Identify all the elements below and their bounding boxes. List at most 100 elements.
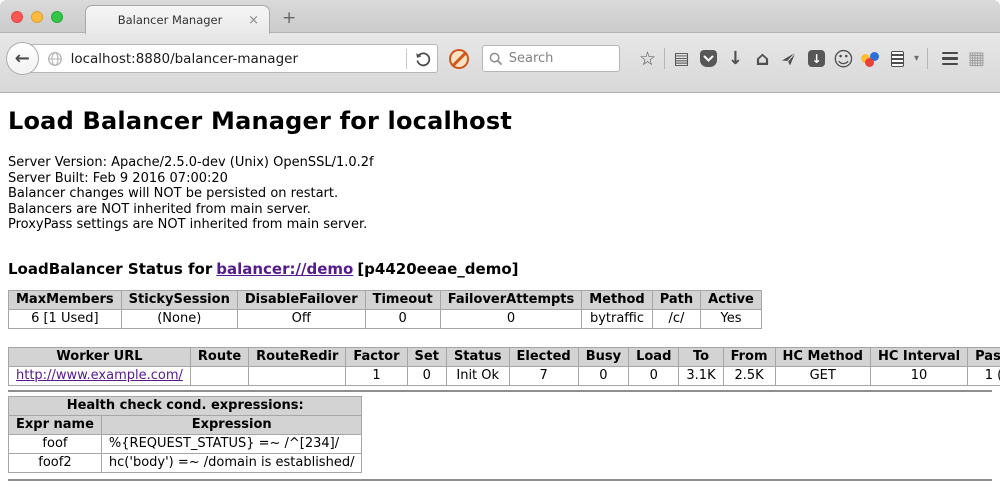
column-header: HC Interval	[870, 347, 967, 366]
search-input[interactable]	[509, 51, 613, 66]
column-header: StickySession	[121, 290, 237, 309]
table-row: http://www.example.com/ 1 0 Init Ok 7 0 …	[9, 366, 1000, 385]
table-cell: /c/	[652, 309, 700, 328]
column-header: Status	[446, 347, 509, 366]
globe-icon	[47, 51, 63, 67]
persist-note-line: Balancer changes will NOT be persisted o…	[8, 186, 992, 202]
column-header: Factor	[346, 347, 407, 366]
table-row: foof %{REQUEST_STATUS} =~ /^[234]/	[9, 434, 362, 453]
table-cell: 2.5K	[723, 366, 775, 385]
column-header: From	[723, 347, 775, 366]
home-icon[interactable]: ⌂	[749, 47, 776, 71]
table-title-row: Health check cond. expressions:	[9, 396, 362, 415]
dropdown-caret-icon[interactable]: ▾	[914, 53, 919, 64]
column-header: Elected	[509, 347, 578, 366]
table-cell	[249, 366, 346, 385]
column-header: MaxMembers	[9, 290, 122, 309]
column-header: RouteRedir	[249, 347, 346, 366]
column-header: Active	[701, 290, 762, 309]
minimize-window-button[interactable]	[31, 11, 43, 23]
inherit-note-line: Balancers are NOT inherited from main se…	[8, 202, 992, 218]
archive-addon-icon[interactable]	[884, 47, 911, 71]
content-blocked-icon[interactable]	[449, 49, 469, 69]
balancer-demo-link[interactable]: balancer://demo	[216, 260, 353, 278]
url-bar[interactable]: localhost:8880/balancer-manager	[22, 44, 438, 73]
clipboard-icon[interactable]: ▤	[668, 47, 695, 71]
column-header: Passes	[968, 347, 1000, 366]
toolbar-icons: ☆ ▤ ↓ ⌂ ↓ ☺ ▾ ▦	[634, 47, 990, 71]
browser-window: Balancer Manager × + ← localhost:8880/ba…	[0, 0, 1000, 491]
column-header: Expression	[101, 415, 362, 434]
smiley-chat-icon[interactable]: ☺	[830, 47, 857, 71]
tab-balancer-manager[interactable]: Balancer Manager ×	[85, 5, 270, 34]
table-cell: Off	[237, 309, 365, 328]
server-info: Server Version: Apache/2.5.0-dev (Unix) …	[8, 155, 992, 233]
table-cell: bytraffic	[582, 309, 652, 328]
table-cell: 6 [1 Used]	[9, 309, 122, 328]
column-header: FailoverAttempts	[440, 290, 582, 309]
zoom-window-button[interactable]	[51, 11, 63, 23]
search-icon	[489, 52, 503, 66]
grid-icon: ▦	[963, 47, 990, 71]
column-header: Route	[190, 347, 248, 366]
pocket-icon[interactable]	[695, 47, 722, 71]
colored-dots-addon-icon[interactable]	[857, 47, 884, 71]
table-header-row: Expr name Expression	[9, 415, 362, 434]
column-header: Path	[652, 290, 700, 309]
table-header-row: MaxMembers StickySession DisableFailover…	[9, 290, 762, 309]
new-tab-button[interactable]: +	[282, 8, 296, 28]
column-header: Timeout	[365, 290, 440, 309]
url-text[interactable]: localhost:8880/balancer-manager	[71, 51, 404, 67]
hamburger-menu-icon[interactable]	[936, 47, 963, 71]
send-plane-icon[interactable]	[776, 47, 803, 71]
table-cell: (None)	[121, 309, 237, 328]
table-row: 6 [1 Used] (None) Off 0 0 bytraffic /c/ …	[9, 309, 762, 328]
toolbar-divider	[664, 48, 665, 69]
expression-cell: hc('body') =~ /domain is established/	[101, 453, 362, 472]
navigation-toolbar: ← localhost:8880/balancer-manager ☆ ▤	[0, 33, 1000, 93]
table-cell: Init Ok	[446, 366, 509, 385]
table-cell: 10	[870, 366, 967, 385]
column-header: Method	[582, 290, 652, 309]
tab-title: Balancer Manager	[94, 13, 246, 27]
urlbar-divider	[406, 49, 407, 69]
worker-url-link[interactable]: http://www.example.com/	[16, 368, 183, 383]
health-table-title: Health check cond. expressions:	[9, 396, 362, 415]
back-arrow-icon: ←	[15, 48, 30, 69]
search-bar[interactable]	[482, 45, 620, 72]
proxypass-note-line: ProxyPass settings are NOT inherited fro…	[8, 217, 992, 233]
column-header: Expr name	[9, 415, 102, 434]
worker-url-cell: http://www.example.com/	[9, 366, 191, 385]
column-header: Worker URL	[9, 347, 191, 366]
worker-table: Worker URL Route RouteRedir Factor Set S…	[8, 347, 1000, 386]
server-version-line: Server Version: Apache/2.5.0-dev (Unix) …	[8, 155, 992, 171]
download-addon-icon[interactable]: ↓	[803, 47, 830, 71]
table-row: foof2 hc('body') =~ /domain is establish…	[9, 453, 362, 472]
table-cell: 0	[629, 366, 679, 385]
column-header: DisableFailover	[237, 290, 365, 309]
table-cell	[190, 366, 248, 385]
tab-close-icon[interactable]: ×	[246, 13, 261, 28]
page-title: Load Balancer Manager for localhost	[8, 107, 992, 135]
table-header-row: Worker URL Route RouteRedir Factor Set S…	[9, 347, 1000, 366]
bookmark-star-icon[interactable]: ☆	[634, 47, 661, 71]
toolbar-divider	[927, 48, 928, 69]
back-button[interactable]: ←	[6, 42, 39, 75]
section-divider	[8, 390, 992, 392]
column-header: Load	[629, 347, 679, 366]
server-built-line: Server Built: Feb 9 2016 07:00:20	[8, 171, 992, 187]
expr-name-cell: foof2	[9, 453, 102, 472]
table-cell: 0	[578, 366, 628, 385]
status-prefix: LoadBalancer Status for	[8, 260, 212, 278]
expression-cell: %{REQUEST_STATUS} =~ /^[234]/	[101, 434, 362, 453]
table-cell: 1	[346, 366, 407, 385]
tab-bar: Balancer Manager × +	[0, 0, 1000, 33]
table-cell: 0	[440, 309, 582, 328]
reload-icon[interactable]	[409, 51, 437, 67]
health-check-table: Health check cond. expressions: Expr nam…	[8, 396, 362, 473]
downloads-icon[interactable]: ↓	[722, 47, 749, 71]
close-window-button[interactable]	[11, 11, 23, 23]
balancer-status-table: MaxMembers StickySession DisableFailover…	[8, 290, 762, 329]
table-cell: Yes	[701, 309, 762, 328]
bottom-divider	[8, 479, 992, 481]
